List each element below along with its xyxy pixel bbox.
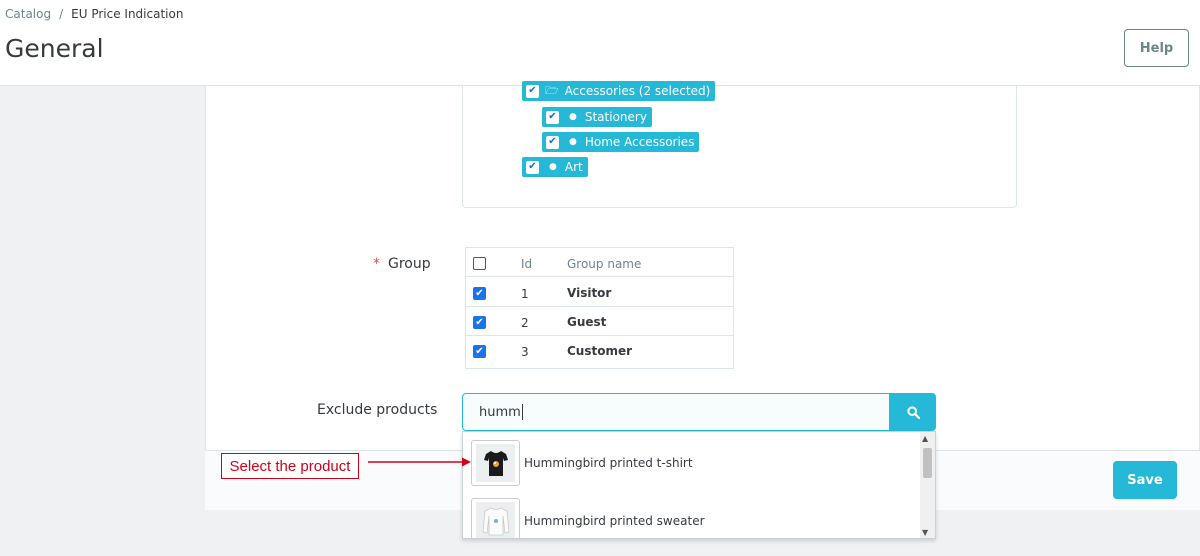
annotation-arrow-icon <box>368 457 471 467</box>
tree-item-art[interactable]: ✔ ● Art <box>522 157 588 177</box>
dropdown-scrollbar[interactable]: ▲ ▼ <box>920 432 935 538</box>
checkbox-checked-icon[interactable]: ✔ <box>473 287 486 300</box>
select-all-checkbox[interactable] <box>473 257 486 270</box>
exclude-products-search-input[interactable]: humm <box>462 393 890 431</box>
group-id: 2 <box>521 316 529 330</box>
table-row: ✔ 2 Guest <box>466 307 733 336</box>
bullet-icon: ● <box>549 162 557 172</box>
product-thumbnail <box>471 440 520 486</box>
group-name: Visitor <box>567 286 612 300</box>
table-header-row: Id Group name <box>466 248 733 277</box>
table-row: ✔ 3 Customer <box>466 336 733 365</box>
tree-item-label: Home Accessories <box>584 135 695 149</box>
tshirt-icon <box>483 451 508 476</box>
breadcrumb-separator: / <box>59 7 64 21</box>
exclude-products-label: Exclude products <box>317 402 438 418</box>
group-table: Id Group name ✔ 1 Visitor ✔ 2 Guest ✔ 3 … <box>465 247 734 369</box>
checkbox-checked-icon[interactable]: ✔ <box>473 316 486 329</box>
tree-item-stationery[interactable]: ✔ ● Stationery <box>542 107 652 127</box>
search-icon <box>906 405 920 419</box>
autocomplete-dropdown: Hummingbird printed t-shirt Hummingbird … <box>462 431 936 539</box>
tree-item-label: Art <box>564 160 583 174</box>
column-header-id: Id <box>521 257 533 271</box>
search-button[interactable] <box>890 393 936 431</box>
annotation-callout: Select the product <box>221 453 359 479</box>
bullet-icon: ● <box>569 112 577 122</box>
column-header-group-name: Group name <box>567 257 642 271</box>
checkbox-checked-icon[interactable]: ✔ <box>526 160 539 174</box>
group-id: 1 <box>521 287 529 301</box>
breadcrumb-catalog[interactable]: Catalog <box>5 7 51 21</box>
sweater-icon <box>482 507 509 536</box>
search-input-value: humm <box>479 404 521 420</box>
table-row: ✔ 1 Visitor <box>466 278 733 307</box>
result-item-tshirt[interactable]: Hummingbird printed t-shirt <box>471 440 911 486</box>
text-caret <box>521 404 523 420</box>
result-item-label: Hummingbird printed sweater <box>524 514 705 528</box>
group-name: Customer <box>567 344 633 358</box>
scrollbar-thumb[interactable] <box>923 448 932 478</box>
scroll-up-arrow-icon[interactable]: ▲ <box>922 434 928 443</box>
help-button[interactable]: Help <box>1124 29 1189 67</box>
product-thumbnail <box>471 498 520 538</box>
tree-item-label: Stationery <box>584 110 647 124</box>
required-mark: * <box>373 256 380 272</box>
result-item-label: Hummingbird printed t-shirt <box>524 456 693 470</box>
group-label: * Group <box>373 256 431 272</box>
scroll-down-arrow-icon[interactable]: ▼ <box>922 528 928 537</box>
group-label-text: Group <box>388 256 431 272</box>
tree-item-accessories[interactable]: ✔ 🗁 Accessories (2 selected) <box>522 81 716 101</box>
checkbox-checked-icon[interactable]: ✔ <box>473 345 486 358</box>
checkbox-checked-icon[interactable]: ✔ <box>546 110 559 124</box>
group-name: Guest <box>567 315 607 329</box>
breadcrumb-current: EU Price Indication <box>71 7 184 21</box>
result-item-sweater[interactable]: Hummingbird printed sweater <box>471 498 911 538</box>
group-id: 3 <box>521 345 529 359</box>
tree-item-home-accessories[interactable]: ✔ ● Home Accessories <box>542 132 700 152</box>
folder-open-icon: 🗁 <box>545 83 559 97</box>
tree-item-label: Accessories (2 selected) <box>564 84 711 98</box>
save-button[interactable]: Save <box>1113 461 1177 499</box>
bullet-icon: ● <box>569 137 577 147</box>
page-header: Catalog / EU Price Indication General He… <box>0 0 1200 86</box>
checkbox-checked-icon[interactable]: ✔ <box>526 84 539 98</box>
checkbox-checked-icon[interactable]: ✔ <box>546 135 559 149</box>
breadcrumb: Catalog / EU Price Indication <box>5 7 183 21</box>
page-title: General <box>5 34 104 63</box>
